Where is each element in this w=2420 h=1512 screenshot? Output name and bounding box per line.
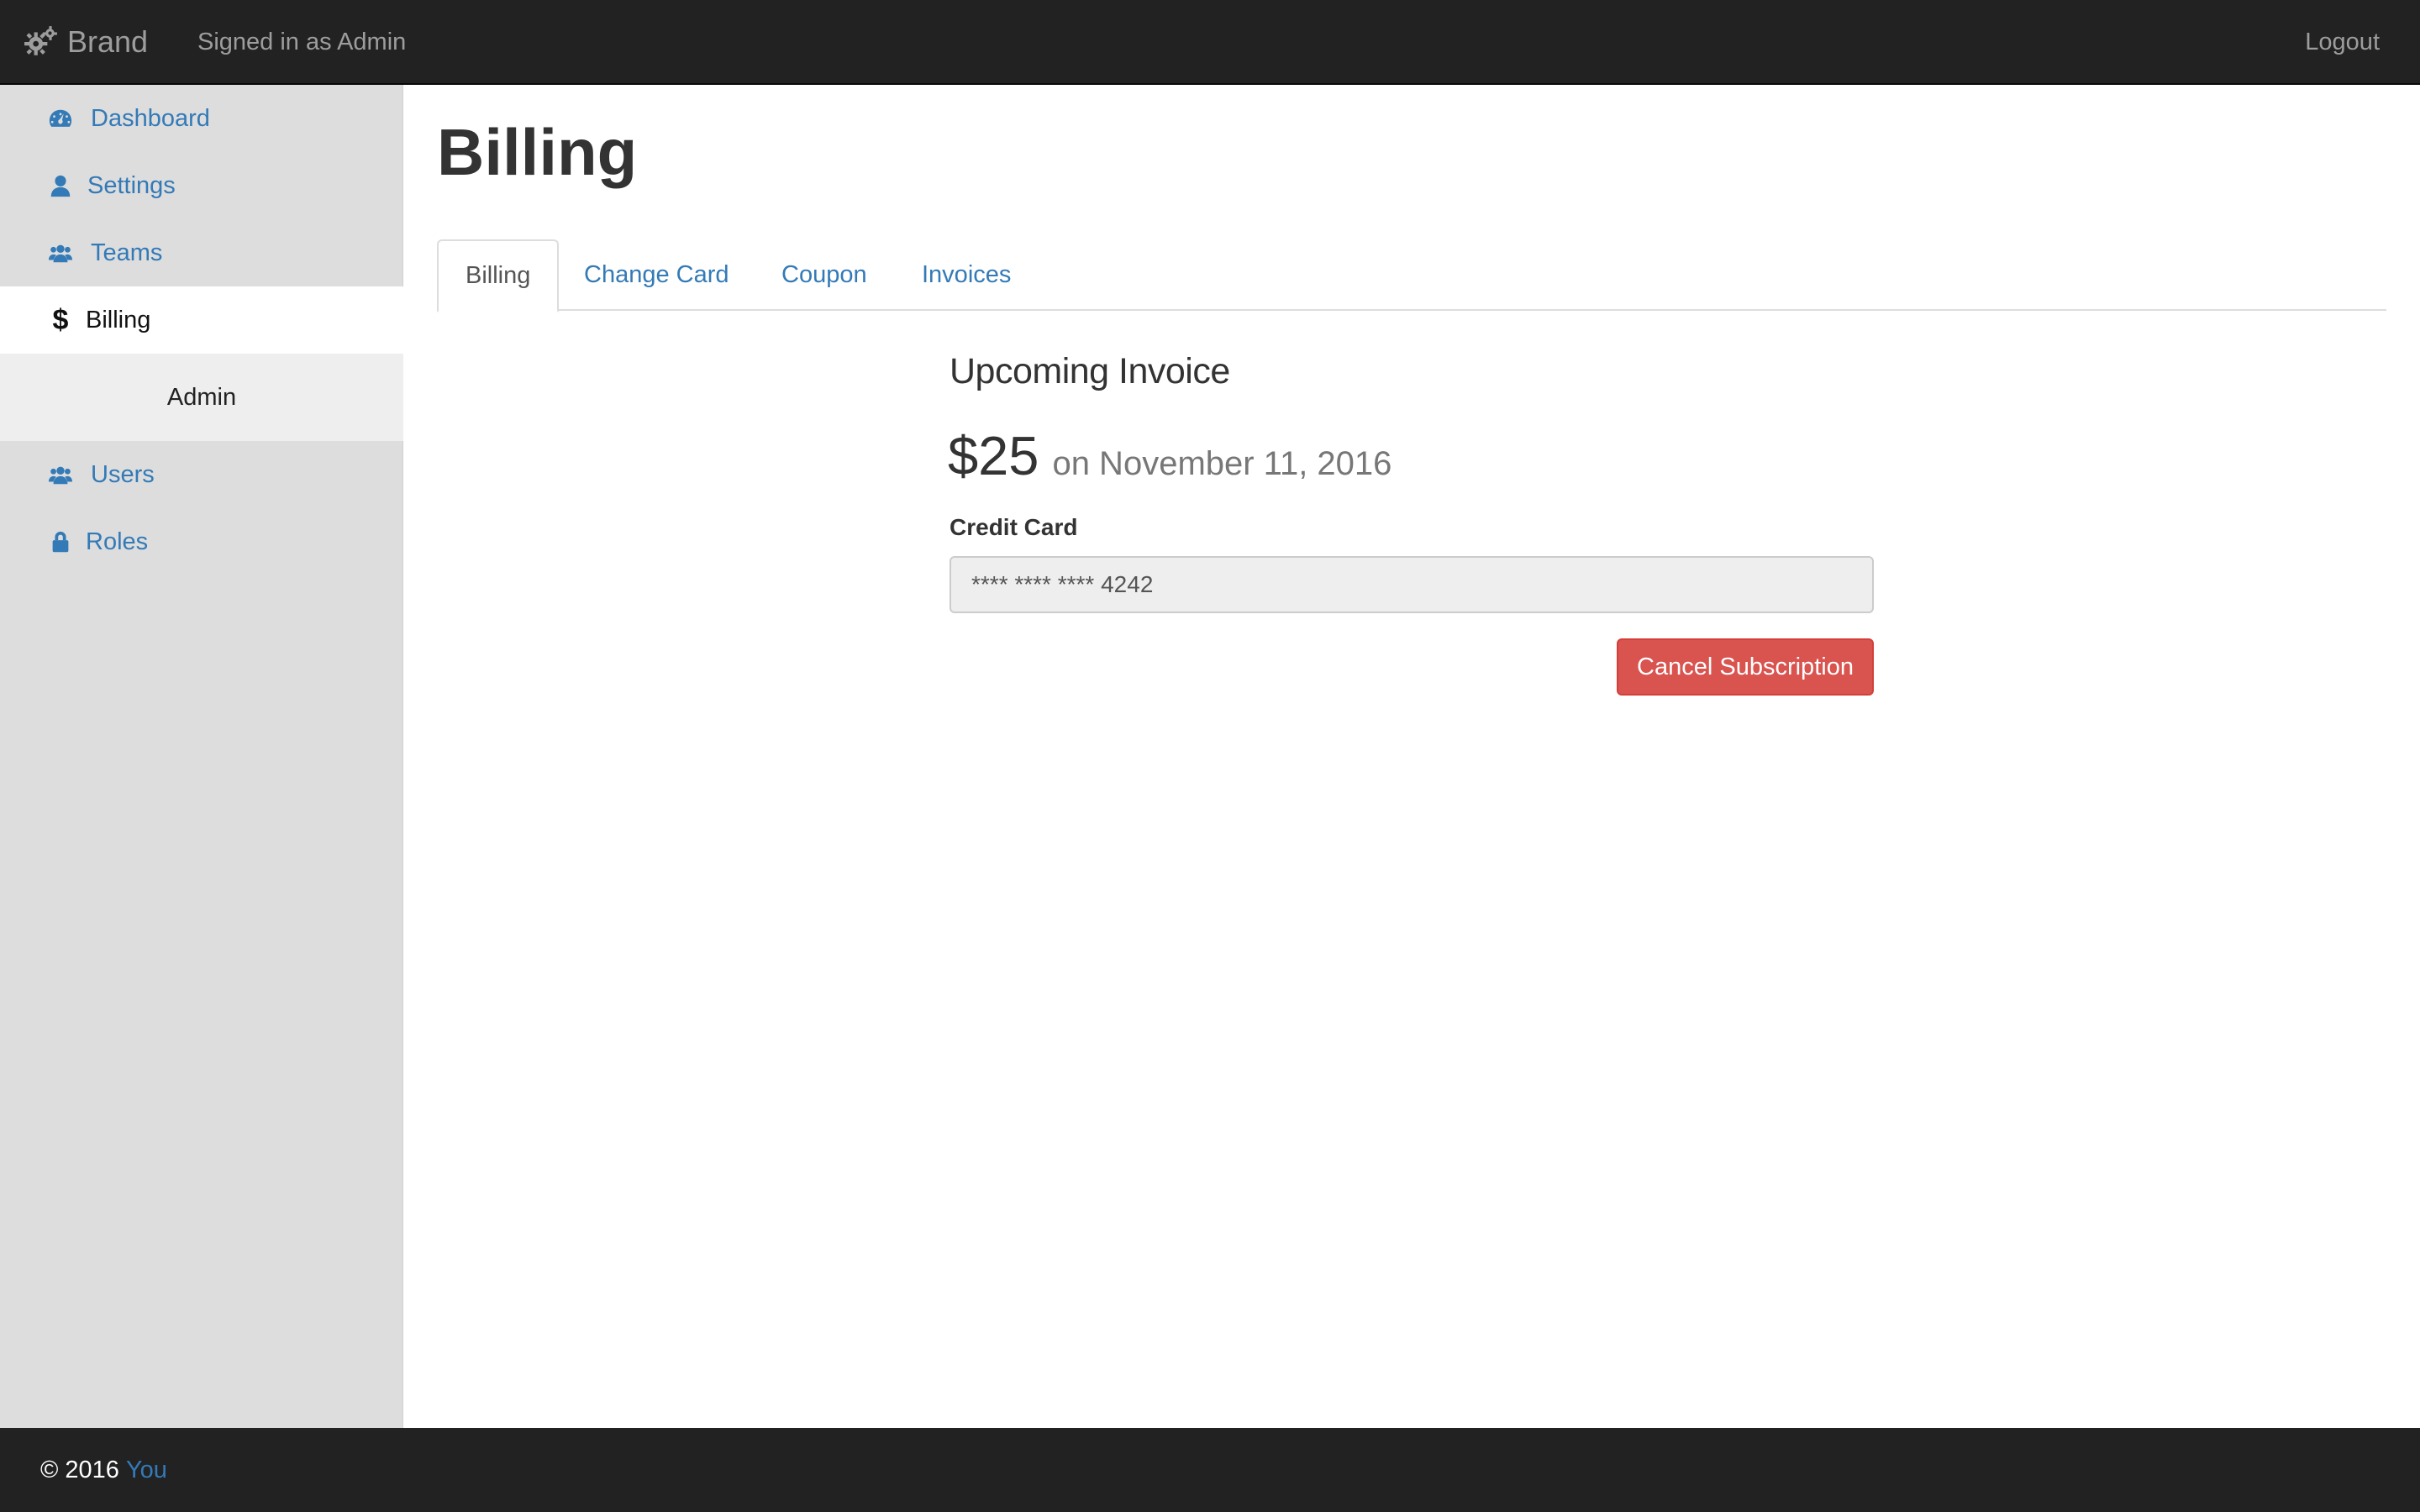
brand-link[interactable]: Brand xyxy=(24,20,148,64)
dashboard-icon xyxy=(47,105,74,132)
sidebar-item-label: Settings xyxy=(87,171,176,199)
sidebar-item-dashboard[interactable]: Dashboard xyxy=(0,85,403,152)
copyright-text: © 2016 xyxy=(40,1456,119,1483)
credit-card-label: Credit Card xyxy=(950,514,1078,540)
invoice-date: on November 11, 2016 xyxy=(1052,445,1392,482)
tab-coupon[interactable]: Coupon xyxy=(755,239,894,311)
top-navbar: Brand Signed in as Admin Logout xyxy=(0,0,2420,85)
billing-tabs: Billing Change Card Coupon Invoices xyxy=(437,239,2386,312)
sidebar-section-admin: Admin xyxy=(0,354,403,441)
user-icon xyxy=(47,172,74,199)
brand-label: Brand xyxy=(67,24,149,59)
users-icon xyxy=(47,239,74,266)
sidebar-item-label: Teams xyxy=(91,239,163,266)
sidebar-item-users[interactable]: Users xyxy=(0,441,403,508)
gears-icon xyxy=(24,26,57,55)
sidebar-section-label: Admin xyxy=(166,383,237,411)
sidebar-item-label: Roles xyxy=(86,528,149,555)
tab-invoices[interactable]: Invoices xyxy=(895,239,1038,311)
footer-you-link[interactable]: You xyxy=(126,1457,167,1484)
users-icon xyxy=(47,461,74,488)
credit-card-field[interactable] xyxy=(950,556,1874,613)
signed-in-text: Signed in as Admin xyxy=(197,29,407,55)
cancel-subscription-button[interactable]: Cancel Subscription xyxy=(1617,638,1874,696)
invoice-amount: $25 xyxy=(948,425,1039,486)
sidebar: Dashboard Settings Teams $ Billing Admin… xyxy=(0,85,403,1428)
upcoming-invoice-heading: Upcoming Invoice xyxy=(950,351,1230,391)
tab-change-card[interactable]: Change Card xyxy=(557,239,756,311)
sidebar-item-label: Billing xyxy=(86,306,151,333)
lock-icon xyxy=(47,528,74,555)
logout-link[interactable]: Logout xyxy=(2305,25,2380,59)
page-title: Billing xyxy=(437,115,638,189)
sidebar-item-settings[interactable]: Settings xyxy=(0,152,403,219)
footer: © 2016 You xyxy=(0,1428,2420,1512)
dollar-icon: $ xyxy=(52,303,69,336)
sidebar-item-label: Users xyxy=(91,460,155,488)
sidebar-item-billing[interactable]: $ Billing xyxy=(0,286,403,354)
sidebar-item-roles[interactable]: Roles xyxy=(0,508,403,575)
tab-billing[interactable]: Billing xyxy=(437,239,560,312)
sidebar-item-label: Dashboard xyxy=(91,104,210,132)
invoice-summary: $25 on November 11, 2016 xyxy=(948,424,1392,487)
sidebar-item-teams[interactable]: Teams xyxy=(0,219,403,286)
